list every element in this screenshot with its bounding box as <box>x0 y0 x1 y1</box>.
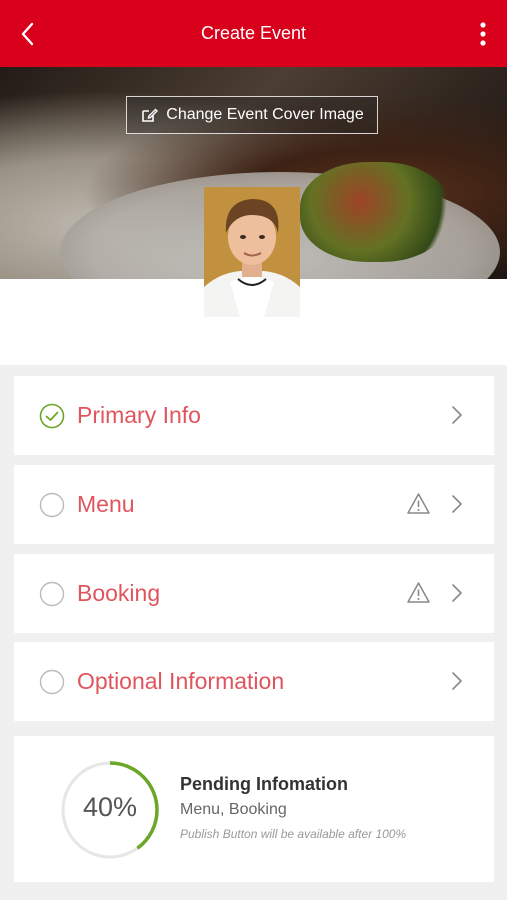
empty-circle-icon <box>39 669 65 695</box>
section-label: Menu <box>77 491 135 517</box>
section-label: Booking <box>77 580 161 606</box>
publish-note: Publish Button will be available after 1… <box>180 827 407 841</box>
chevron-right-icon <box>450 492 464 516</box>
progress-percent: 40% <box>82 792 138 822</box>
change-cover-button[interactable]: Change Event Cover Image <box>126 96 378 134</box>
pending-items: Menu, Booking <box>180 801 287 818</box>
change-cover-label: Change Event Cover Image <box>166 106 364 123</box>
progress-card: 40% Pending Infomation Menu, Booking Pub… <box>14 736 494 882</box>
chevron-right-icon <box>450 581 464 605</box>
avatar[interactable] <box>204 187 300 317</box>
section-label: Primary Info <box>77 402 201 428</box>
chevron-right-icon <box>450 403 464 427</box>
empty-circle-icon <box>39 492 65 518</box>
edit-icon <box>142 108 159 122</box>
section-row-booking[interactable]: Booking <box>14 554 494 633</box>
more-options-icon[interactable] <box>471 20 495 48</box>
check-circle-icon <box>39 403 65 429</box>
top-app-bar: Create Event <box>0 0 507 67</box>
section-row-primary-info[interactable]: Primary Info <box>14 376 494 455</box>
warning-icon <box>406 581 431 604</box>
section-row-menu[interactable]: Menu <box>14 465 494 544</box>
section-row-optional-information[interactable]: Optional Information <box>14 642 494 721</box>
empty-circle-icon <box>39 581 65 607</box>
page-title: Create Event <box>200 23 307 43</box>
section-label: Optional Information <box>77 668 285 694</box>
pending-title: Pending Infomation <box>180 774 348 794</box>
chevron-right-icon <box>450 669 464 693</box>
warning-icon <box>406 492 431 515</box>
